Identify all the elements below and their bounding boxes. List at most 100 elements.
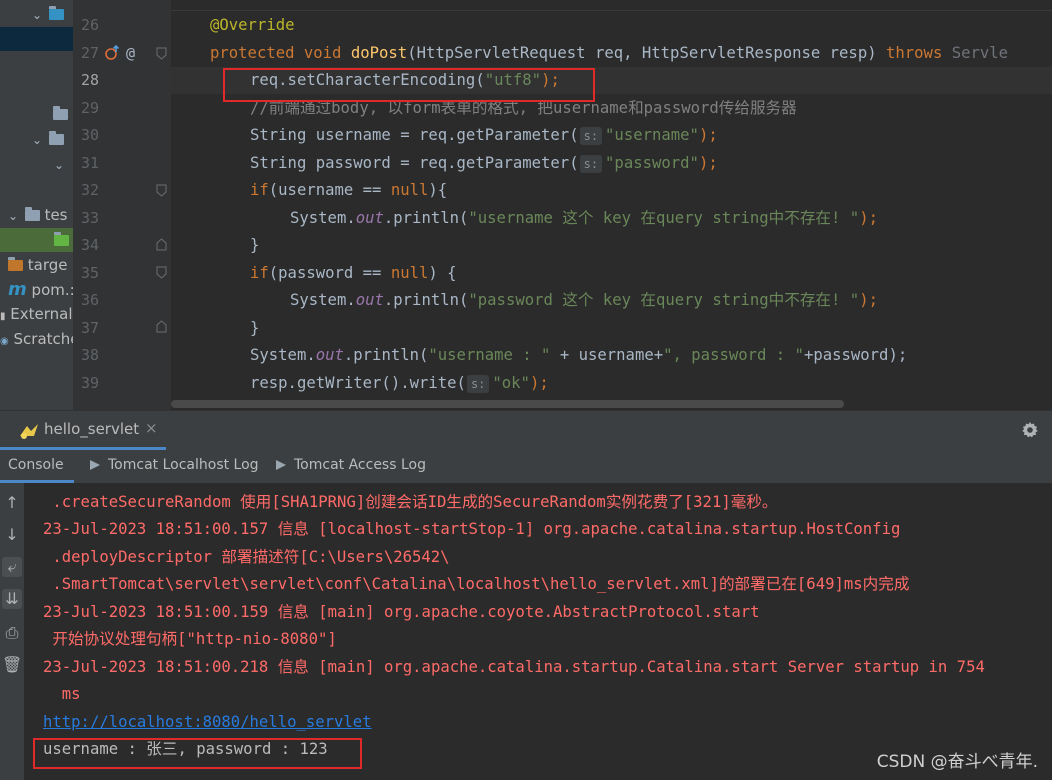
line-number: 29 [80, 99, 99, 117]
code-text: .println( [383, 291, 469, 309]
code-text: .println( [343, 346, 429, 364]
static-field: out [355, 291, 384, 309]
code-text: (username == [268, 181, 391, 199]
close-icon[interactable]: × [145, 419, 158, 437]
code-text: ) { [428, 264, 457, 282]
tab-tomcat-access-log[interactable]: Tomcat Access Log [276, 450, 426, 481]
string-literal: "password" [605, 154, 699, 172]
line-number: 37 [80, 319, 99, 337]
trash-icon[interactable]: 🗑 [2, 655, 22, 675]
tree-item-external[interactable]: ▮ External [0, 302, 73, 326]
tab-tomcat-localhost-log[interactable]: Tomcat Localhost Log [90, 450, 259, 481]
code-text: } [250, 236, 260, 254]
code-text: ); [529, 374, 549, 392]
code-annotation: @Override [210, 16, 295, 34]
print-icon[interactable]: ⎙ [2, 623, 22, 643]
parameter-hint: s: [466, 374, 490, 393]
line-number: 31 [80, 154, 99, 172]
line-number: 34 [80, 236, 99, 254]
tree-item-pom[interactable]: m pom.: [8, 278, 73, 302]
scratch-icon: ◉ [0, 336, 9, 347]
scroll-to-end-icon[interactable]: ⇊ [2, 589, 22, 609]
code-line-39: resp.getWriter().write(s: "ok"); [250, 370, 549, 397]
tree-highlight-row[interactable] [0, 228, 73, 252]
code-line-32: if(username == null){ [250, 177, 447, 204]
code-line-35: if(password == null) { [250, 260, 457, 287]
chevron-down-icon[interactable]: ⌄ [6, 204, 20, 228]
highlight-box [223, 68, 595, 102]
tree-item-label: targe [27, 256, 68, 274]
line-number: 39 [80, 374, 99, 392]
code-text: ){ [428, 181, 448, 199]
line-number: 26 [80, 16, 99, 34]
folder-icon [54, 232, 69, 246]
tab-console[interactable]: Console [8, 450, 64, 481]
line-number: 32 [80, 181, 99, 199]
horizontal-scrollbar[interactable] [171, 400, 844, 408]
keyword: throws [886, 44, 943, 62]
tree-folder-row[interactable]: ⌄ [30, 2, 64, 26]
chevron-down-icon[interactable]: ⌄ [52, 153, 66, 177]
tree-item-tes[interactable]: ⌄ tes [6, 203, 68, 227]
tree-item-target[interactable]: targe [8, 253, 68, 277]
console-output[interactable]: .createSecureRandom 使用[SHA1PRNG]创建会话ID生成… [24, 483, 1052, 780]
line-number: 30 [80, 126, 99, 144]
parameter-hint: s: [579, 154, 603, 173]
folder-icon [24, 207, 40, 221]
line-number: 28 [80, 71, 99, 89]
code-line-27: protected void doPost(HttpServletRequest… [210, 40, 1008, 67]
fold-icon[interactable] [156, 266, 167, 279]
code-line-31: String password = req.getParameter(s: "pa… [250, 150, 718, 177]
tomcat-icon [20, 424, 38, 439]
arrow-down-icon[interactable]: ↓ [2, 525, 22, 545]
code-line-34: } [250, 232, 259, 259]
fold-icon[interactable] [156, 320, 167, 333]
code-text: +password); [803, 346, 908, 364]
tree-item-label: External [10, 305, 73, 323]
annotation-icon[interactable]: @ [126, 40, 135, 67]
maven-icon: m [8, 279, 27, 300]
tree-selected-row[interactable] [0, 27, 73, 51]
folder-icon [8, 257, 23, 271]
tree-item-label: pom.: [31, 281, 73, 299]
console-link[interactable]: http://localhost:8080/hello_servlet [43, 709, 372, 736]
string-literal: ", password : " [663, 346, 804, 364]
fold-icon[interactable] [156, 238, 167, 251]
string-literal: "username : " [428, 346, 551, 364]
line-number: 38 [80, 346, 99, 364]
override-up-icon[interactable] [104, 44, 120, 62]
console-line: .deployDescriptor 部署描述符[C:\Users\26542\ [43, 548, 450, 566]
code-text: String username = req.getParameter( [250, 126, 579, 144]
code-line-36: System.out.println("password 这个 key 在que… [290, 287, 878, 314]
console-line: ms [43, 685, 81, 703]
code-text: resp.getWriter().write( [250, 374, 466, 392]
arrow-up-icon[interactable]: ↑ [2, 493, 22, 513]
chevron-down-icon[interactable]: ⌄ [30, 3, 44, 27]
tree-item-scratches[interactable]: ◉ Scratche [0, 327, 73, 351]
fold-icon[interactable] [156, 47, 167, 60]
console-line: 23-Jul-2023 18:51:00.157 信息 [localhost-s… [43, 520, 901, 538]
method-name: doPost [350, 44, 408, 62]
tree-folder-row[interactable]: ⌄ [52, 152, 66, 176]
tree-item-label: Scratche [13, 330, 73, 348]
console-line: 23-Jul-2023 18:51:00.218 信息 [main] org.a… [43, 658, 985, 676]
tree-item-label: tes [44, 206, 68, 224]
code-text: (password == [268, 264, 391, 282]
code-editor[interactable]: @Override protected void doPost(HttpServ… [171, 0, 1052, 410]
string-literal: "username" [605, 126, 699, 144]
code-line-26: @Override [210, 12, 295, 39]
watermark: CSDN @奋斗べ青年. [876, 752, 1038, 772]
soft-wrap-icon[interactable]: ⤶ [2, 557, 22, 577]
folder-icon [48, 6, 64, 20]
keyword: null [390, 181, 429, 199]
code-text: .println( [383, 209, 469, 227]
tree-folder-row[interactable] [53, 102, 68, 126]
gear-icon[interactable] [1021, 421, 1039, 439]
tree-folder-row[interactable]: ⌄ [30, 127, 64, 151]
run-config-name: hello_servlet [44, 420, 140, 438]
console-line: 开始协议处理句柄["http-nio-8080"] [43, 630, 337, 648]
fold-icon[interactable] [156, 184, 167, 197]
string-literal: "password 这个 key 在query string中不存在! " [468, 291, 860, 309]
line-number: 27 [80, 44, 99, 62]
chevron-down-icon[interactable]: ⌄ [30, 128, 44, 152]
